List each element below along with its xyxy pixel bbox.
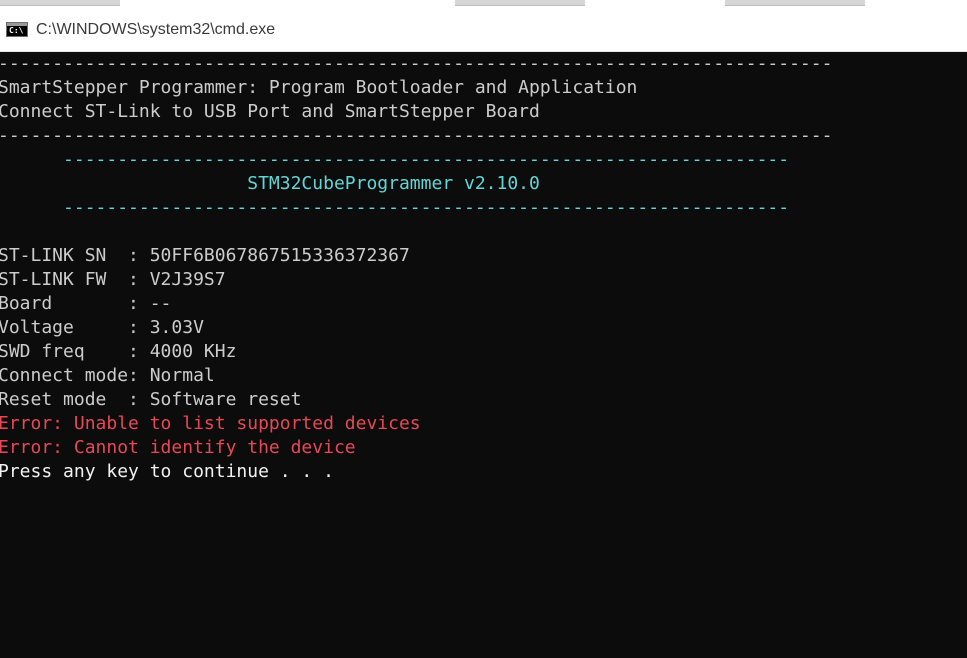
console-line-cyan-separator: ----------------------------------------… — [0, 197, 790, 218]
console-line-instruction: Connect ST-Link to USB Port and SmartSte… — [0, 101, 540, 122]
window-title-bar[interactable]: C:\ C:\WINDOWS\system32\cmd.exe — [0, 8, 967, 52]
console-line-error: Error: Cannot identify the device — [0, 437, 356, 458]
console-output[interactable]: ----------------------------------------… — [0, 52, 967, 658]
console-line-stlink-sn: ST-LINK SN : 50FF6B067867515336372367 — [0, 245, 410, 266]
console-line-programmer-version: STM32CubeProgrammer v2.10.0 — [0, 173, 540, 194]
console-line-board: Board : -- — [0, 293, 172, 314]
console-line-swd-freq: SWD freq : 4000 KHz — [0, 341, 237, 362]
tab[interactable] — [0, 0, 120, 6]
console-line-heading: SmartStepper Programmer: Program Bootloa… — [0, 77, 638, 98]
console-line-voltage: Voltage : 3.03V — [0, 317, 204, 338]
window-title: C:\WINDOWS\system32\cmd.exe — [36, 21, 276, 38]
cmd-icon[interactable]: C:\ — [6, 22, 28, 37]
console-line-separator: ----------------------------------------… — [0, 53, 833, 74]
console-line-cyan-separator: ----------------------------------------… — [0, 149, 790, 170]
console-line-reset-mode: Reset mode : Software reset — [0, 389, 302, 410]
cmd-icon-text: C:\ — [9, 26, 24, 35]
console-line-separator: ----------------------------------------… — [0, 125, 833, 146]
console-line-error: Error: Unable to list supported devices — [0, 413, 421, 434]
console-line-press-any-key: Press any key to continue . . . — [0, 461, 334, 482]
browser-tab-strip — [0, 0, 967, 8]
console-line-connect-mode: Connect mode: Normal — [0, 365, 215, 386]
tab[interactable] — [725, 0, 865, 6]
console-line-stlink-fw: ST-LINK FW : V2J39S7 — [0, 269, 226, 290]
tab[interactable] — [455, 0, 585, 6]
